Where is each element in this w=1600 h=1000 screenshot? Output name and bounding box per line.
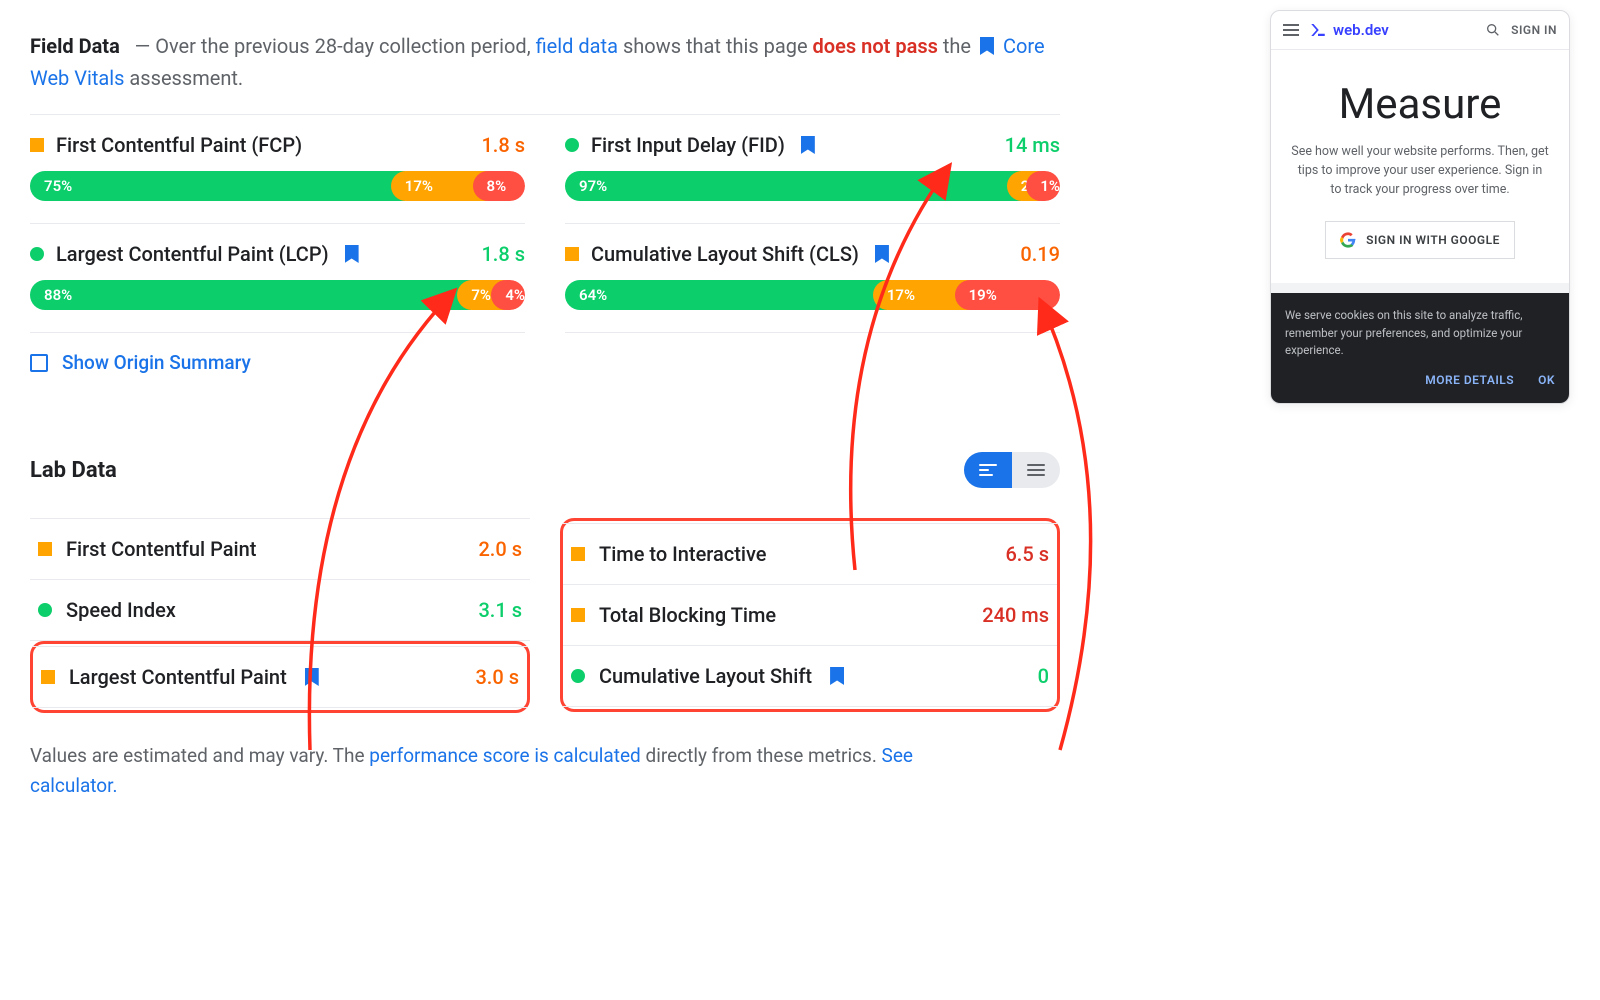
- bar-segment: 1%: [1026, 171, 1060, 201]
- lab-data-title: Lab Data: [30, 458, 117, 483]
- circle-green-icon: [38, 603, 52, 617]
- bar-segment: 88%: [30, 280, 471, 310]
- metric-name: First Contentful Paint (FCP): [56, 133, 302, 157]
- lab-metric-name: Total Blocking Time: [599, 603, 776, 627]
- highlight-box: Largest Contentful Paint 3.0 s: [30, 641, 530, 713]
- lab-metric-value: 6.5 s: [1005, 542, 1049, 566]
- lab-right-column: Time to Interactive 6.5 s Total Blocking…: [560, 518, 1060, 713]
- bookmark-icon: [875, 245, 889, 263]
- lab-metric-row: Time to Interactive 6.5 s: [563, 523, 1057, 585]
- field-data-intro: Field Data — Over the previous 28-day co…: [30, 30, 1060, 94]
- lab-metric-name: Time to Interactive: [599, 542, 767, 566]
- bookmark-icon: [830, 667, 844, 685]
- metric-value: 1.8 s: [481, 242, 525, 266]
- square-orange-icon: [571, 608, 585, 622]
- webdev-logo-icon: [1309, 21, 1327, 39]
- bookmark-icon: [305, 668, 319, 686]
- field-data-link[interactable]: field data: [536, 34, 618, 58]
- sign-in-google-button[interactable]: SIGN IN WITH GOOGLE: [1325, 221, 1515, 259]
- view-toggle-left[interactable]: [964, 452, 1012, 488]
- more-details-button[interactable]: MORE DETAILS: [1425, 371, 1514, 389]
- bar-segment: 64%: [565, 280, 887, 310]
- perf-score-link[interactable]: performance score is calculated: [369, 744, 640, 767]
- search-icon[interactable]: [1485, 22, 1501, 38]
- square-orange-icon: [41, 670, 55, 684]
- metric-value: 14 ms: [1005, 133, 1060, 157]
- does-not-pass-text: does not pass: [813, 34, 938, 58]
- field-metric: Largest Contentful Paint (LCP) 1.8 s 88%…: [30, 224, 525, 333]
- square-orange-icon: [30, 138, 44, 152]
- square-orange-icon: [38, 542, 52, 556]
- view-toggle-right[interactable]: [1012, 452, 1060, 488]
- bar-segment: 4%: [491, 280, 525, 310]
- lab-metric-row: First Contentful Paint 2.0 s: [30, 518, 530, 580]
- lab-metric-name: Largest Contentful Paint: [69, 665, 287, 689]
- metric-name: Largest Contentful Paint (LCP): [56, 242, 329, 266]
- align-justify-icon: [1027, 464, 1045, 476]
- circle-green-icon: [571, 669, 585, 683]
- distribution-bar: 97%2%1%: [565, 171, 1060, 201]
- origin-checkbox[interactable]: [30, 354, 48, 372]
- metric-name: Cumulative Layout Shift (CLS): [591, 242, 859, 266]
- lab-metric-row: Cumulative Layout Shift 0: [563, 646, 1057, 707]
- lab-metric-row: Total Blocking Time 240 ms: [563, 585, 1057, 646]
- distribution-bar: 88%7%4%: [30, 280, 525, 310]
- metric-value: 1.8 s: [481, 133, 525, 157]
- show-origin-summary-row[interactable]: Show Origin Summary: [30, 333, 1060, 392]
- field-metric: First Contentful Paint (FCP) 1.8 s 75%17…: [30, 115, 525, 224]
- main-panel: Field Data — Over the previous 28-day co…: [30, 30, 1060, 802]
- ok-button[interactable]: OK: [1538, 371, 1555, 389]
- lab-metric-row: Speed Index 3.1 s: [30, 580, 530, 641]
- lab-data-header: Lab Data: [30, 452, 1060, 488]
- mobile-header: web.dev SIGN IN: [1271, 11, 1569, 50]
- circle-green-icon: [30, 247, 44, 261]
- mobile-cookie-banner: We serve cookies on this site to analyze…: [1271, 293, 1569, 403]
- metric-value: 0.19: [1020, 242, 1060, 266]
- field-data-title: Field Data: [30, 34, 120, 58]
- origin-label: Show Origin Summary: [62, 351, 251, 374]
- lab-metric-name: Speed Index: [66, 598, 176, 622]
- mobile-page-title: Measure: [1291, 80, 1549, 129]
- field-metric: First Input Delay (FID) 14 ms 97%2%1%: [565, 115, 1060, 224]
- lab-metric-value: 3.0 s: [475, 665, 519, 689]
- lab-metric-name: Cumulative Layout Shift: [599, 664, 812, 688]
- lab-metric-value: 2.0 s: [478, 537, 522, 561]
- circle-green-icon: [565, 138, 579, 152]
- view-toggle: [964, 452, 1060, 488]
- mobile-preview: web.dev SIGN IN Measure See how well you…: [1270, 10, 1570, 404]
- google-logo-icon: [1340, 232, 1356, 248]
- lab-metric-value: 0: [1038, 664, 1049, 688]
- highlight-box: Time to Interactive 6.5 s Total Blocking…: [560, 518, 1060, 712]
- bookmark-icon: [801, 136, 815, 154]
- lab-metric-value: 240 ms: [982, 603, 1049, 627]
- distribution-bar: 64%17%19%: [565, 280, 1060, 310]
- mobile-signin-link[interactable]: SIGN IN: [1511, 23, 1557, 37]
- mobile-description: See how well your website performs. Then…: [1291, 143, 1549, 199]
- footnote: Values are estimated and may vary. The p…: [30, 741, 930, 802]
- square-orange-icon: [565, 247, 579, 261]
- square-orange-icon: [571, 547, 585, 561]
- bookmark-icon: [345, 245, 359, 263]
- lab-grid: First Contentful Paint 2.0 s Speed Index…: [30, 518, 1060, 713]
- lab-metric-value: 3.1 s: [478, 598, 522, 622]
- distribution-bar: 75%17%8%: [30, 171, 525, 201]
- bar-segment: 19%: [955, 280, 1060, 310]
- bar-segment: 8%: [473, 171, 525, 201]
- mobile-body: Measure See how well your website perfor…: [1271, 50, 1569, 283]
- hamburger-icon[interactable]: [1283, 24, 1299, 36]
- field-metrics-grid: First Contentful Paint (FCP) 1.8 s 75%17…: [30, 114, 1060, 333]
- webdev-logo[interactable]: web.dev: [1309, 21, 1389, 39]
- align-left-icon: [979, 464, 997, 476]
- lab-metric-name: First Contentful Paint: [66, 537, 256, 561]
- field-metric: Cumulative Layout Shift (CLS) 0.19 64%17…: [565, 224, 1060, 333]
- lab-metric-row: Largest Contentful Paint 3.0 s: [33, 646, 527, 708]
- bookmark-icon: [980, 37, 994, 55]
- bar-segment: 75%: [30, 171, 405, 201]
- bar-segment: 97%: [565, 171, 1021, 201]
- metric-name: First Input Delay (FID): [591, 133, 785, 157]
- lab-left-column: First Contentful Paint 2.0 s Speed Index…: [30, 518, 530, 713]
